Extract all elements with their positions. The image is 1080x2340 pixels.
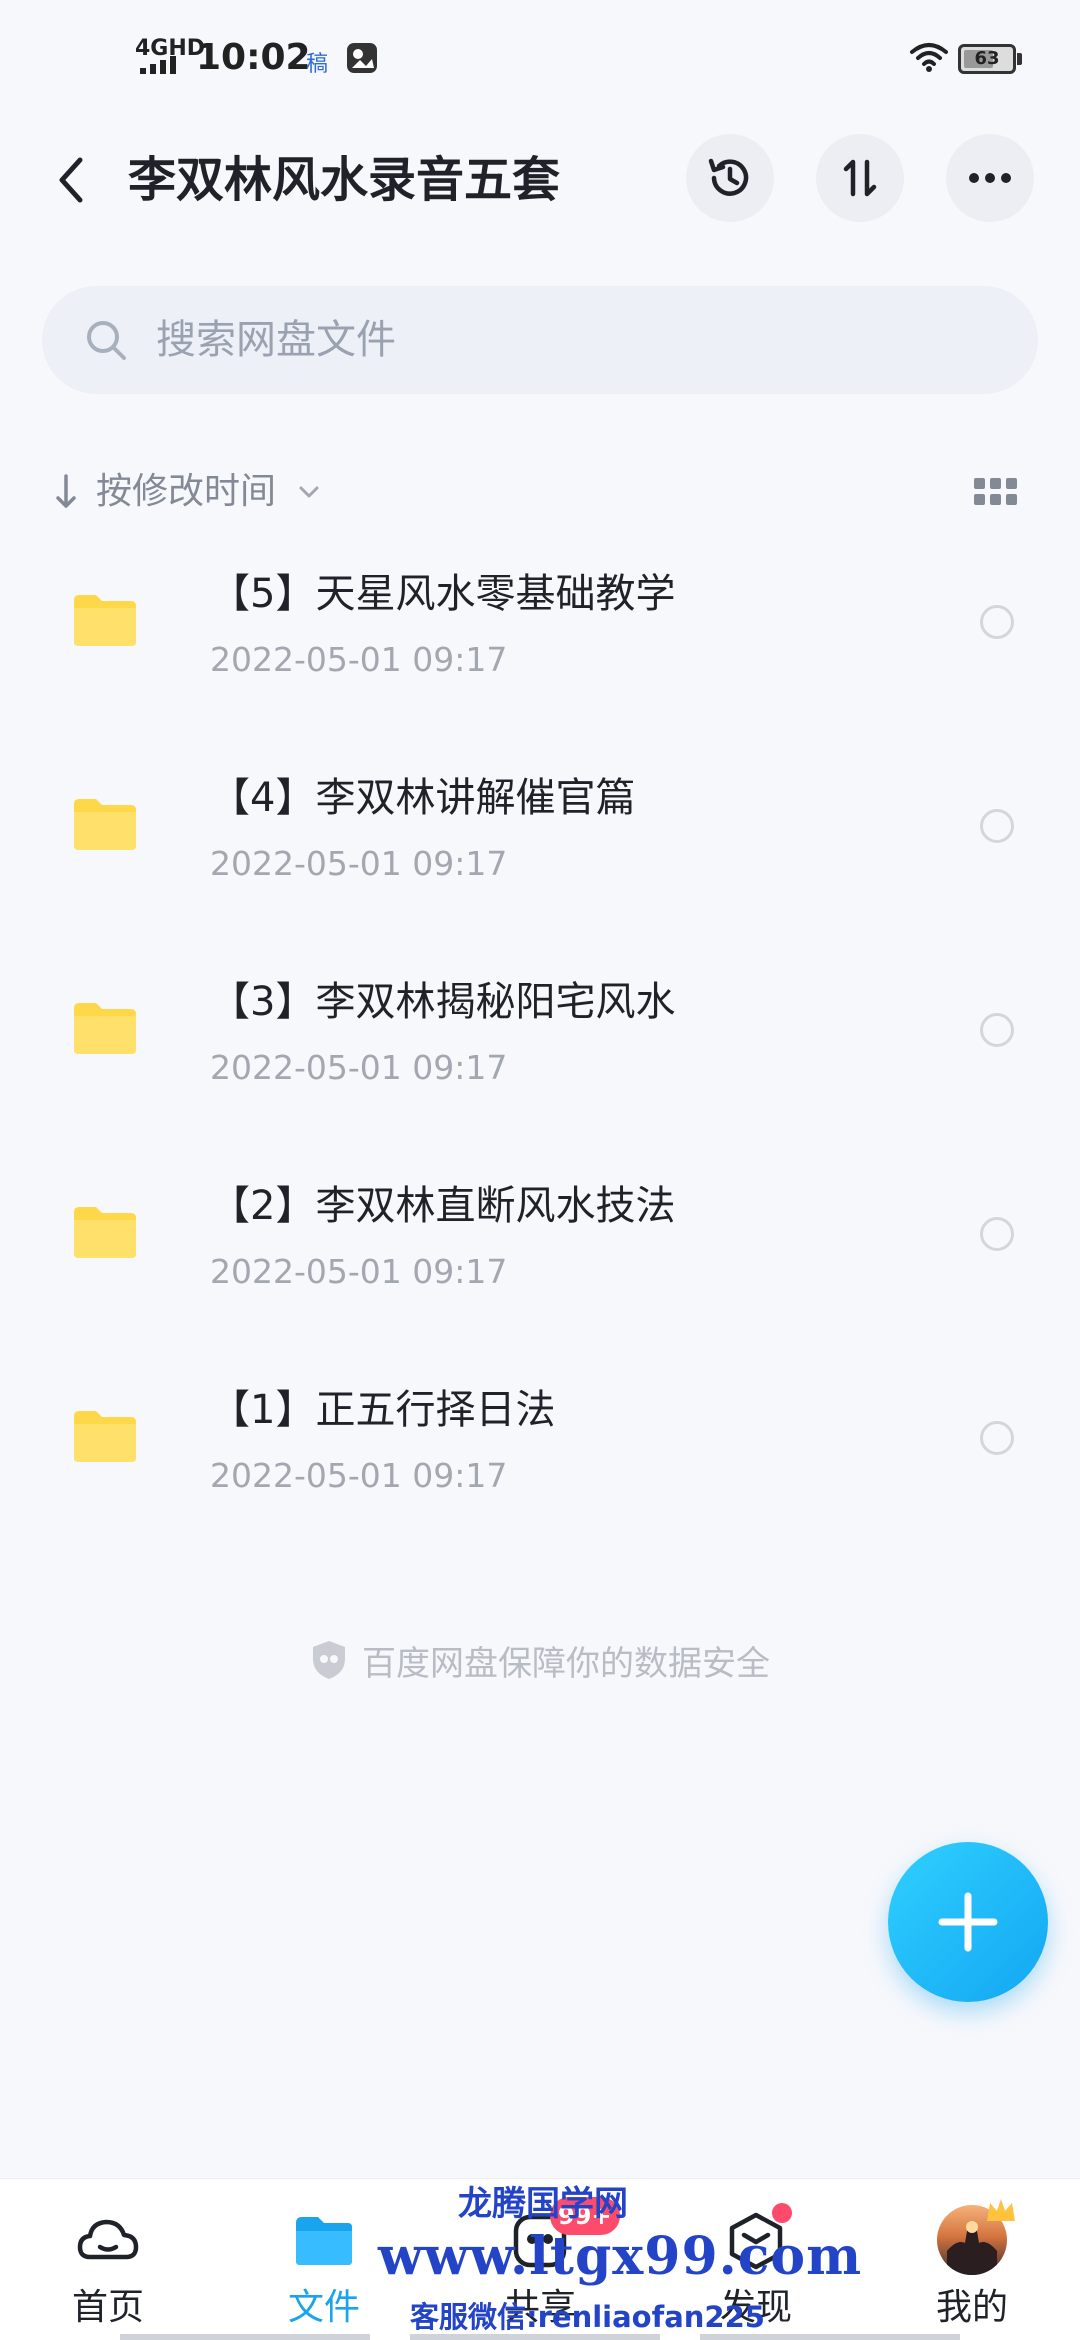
nav-label: 首页 [71,2287,144,2328]
plus-icon [938,1892,998,1952]
history-icon [708,158,749,196]
search-bar[interactable] [42,286,1038,394]
nav-home[interactable]: 首页 [28,2179,188,2340]
grid-view-icon[interactable] [974,474,1018,510]
file-date: 2022-05-01 09:17 [210,844,508,883]
nav-label: 共享 [503,2287,576,2328]
chevron-left-icon [59,157,83,203]
share-badge: 99+ [550,2197,620,2235]
sort-order-toggle[interactable]: 按修改时间 [52,460,322,524]
file-date: 2022-05-01 09:17 [210,1048,508,1087]
select-checkbox[interactable] [980,809,1014,843]
app-header: 李双林风水录音五套 [0,120,1080,240]
file-list: 【5】天星风水零基础教学 2022-05-01 09:17 【4】李双林讲解催官… [0,540,1080,1560]
shield-icon [313,1641,345,1679]
notification-dot [772,2203,792,2223]
status-bar: 4GHD 10:02 稿 63 [0,0,1080,120]
file-name: 【5】天星风水零基础教学 [210,571,676,617]
back-button[interactable] [46,148,96,212]
file-date: 2022-05-01 09:17 [210,1252,508,1291]
nav-label: 文件 [287,2287,360,2328]
file-row[interactable]: 【5】天星风水零基础教学 2022-05-01 09:17 [0,540,1080,744]
select-checkbox[interactable] [980,605,1014,639]
bottom-nav: 首页 文件 99+ 共享 发现 我的 [0,2178,1080,2340]
file-name: 【1】正五行择日法 [210,1387,556,1433]
folder-icon [296,2217,352,2265]
select-checkbox[interactable] [980,1013,1014,1047]
nav-files[interactable]: 文件 [244,2179,404,2340]
file-row[interactable]: 【1】正五行择日法 2022-05-01 09:17 [0,1356,1080,1560]
nav-share[interactable]: 99+ 共享 [460,2179,620,2340]
chevron-down-icon [299,486,319,498]
nav-discover[interactable]: 发现 [676,2179,836,2340]
screen: 4GHD 10:02 稿 63 李双林风水录音五套 搜索网盘文件 按修改时间 【… [0,0,1080,2340]
search-input[interactable] [156,306,996,374]
sort-button[interactable] [816,134,904,222]
file-row[interactable]: 【2】李双林直断风水技法 2022-05-01 09:17 [0,1152,1080,1356]
gesture-bar [120,2334,960,2340]
more-icon [969,173,1011,183]
arrow-down-icon [56,474,76,508]
crown-icon [987,2199,1015,2221]
select-checkbox[interactable] [980,1217,1014,1251]
more-button[interactable] [946,134,1034,222]
page-title: 李双林风水录音五套 [128,152,561,208]
add-button[interactable] [888,1842,1048,2002]
folder-icon [74,799,136,850]
history-button[interactable] [686,134,774,222]
file-name: 【2】李双林直断风水技法 [210,1183,676,1229]
sort-label: 按修改时间 [96,471,277,512]
cloud-home-icon [77,2219,139,2260]
file-date: 2022-05-01 09:17 [210,640,508,679]
sort-icon [843,159,877,197]
file-name: 【4】李双林讲解催官篇 [210,775,636,821]
folder-icon [74,1207,136,1258]
security-note: 百度网盘保障你的数据安全 [0,1630,1080,1690]
battery-level: 63 [974,48,1000,69]
select-checkbox[interactable] [980,1421,1014,1455]
wifi-icon [910,43,948,72]
file-date: 2022-05-01 09:17 [210,1456,508,1495]
security-note-text: 百度网盘保障你的数据安全 [362,1643,770,1684]
gallery-icon [347,43,377,73]
battery-indicator: 63 [958,44,1022,74]
battery-tip [1017,53,1022,65]
nav-label: 我的 [935,2287,1008,2328]
file-row[interactable]: 【4】李双林讲解催官篇 2022-05-01 09:17 [0,744,1080,948]
file-row[interactable]: 【3】李双林揭秘阳宅风水 2022-05-01 09:17 [0,948,1080,1152]
folder-icon [74,1411,136,1462]
file-name: 【3】李双林揭秘阳宅风水 [210,979,676,1025]
search-icon [87,321,126,360]
status-time: 10:02 [196,37,311,78]
nav-profile[interactable]: 我的 [892,2179,1052,2340]
folder-icon [74,595,136,646]
nav-label: 发现 [719,2287,792,2328]
signal-icon [140,56,176,74]
folder-icon [74,1003,136,1054]
notification-icon: 稿 [306,52,329,77]
